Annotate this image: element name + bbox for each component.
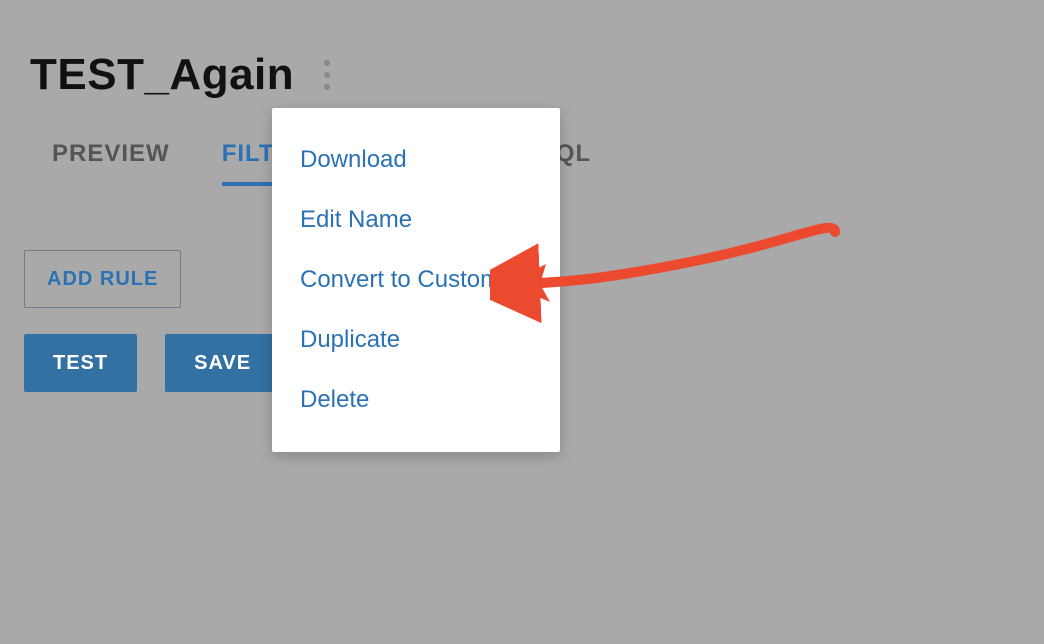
menu-item-edit-name[interactable]: Edit Name xyxy=(272,190,560,250)
menu-item-convert-to-custom[interactable]: Convert to Custom xyxy=(272,250,560,310)
menu-item-delete[interactable]: Delete xyxy=(272,370,560,430)
page-title: TEST_Again xyxy=(30,50,294,100)
menu-item-duplicate[interactable]: Duplicate xyxy=(272,310,560,370)
context-menu: Download Edit Name Convert to Custom Dup… xyxy=(272,108,560,452)
menu-item-download[interactable]: Download xyxy=(272,130,560,190)
test-button[interactable]: TEST xyxy=(24,334,137,392)
save-button[interactable]: SAVE xyxy=(165,334,280,392)
kebab-menu-button[interactable] xyxy=(318,54,336,96)
dot-icon xyxy=(324,84,330,90)
tab-preview[interactable]: PREVIEW xyxy=(52,140,170,186)
dot-icon xyxy=(324,60,330,66)
add-rule-button[interactable]: ADD RULE xyxy=(24,250,181,308)
dot-icon xyxy=(324,72,330,78)
